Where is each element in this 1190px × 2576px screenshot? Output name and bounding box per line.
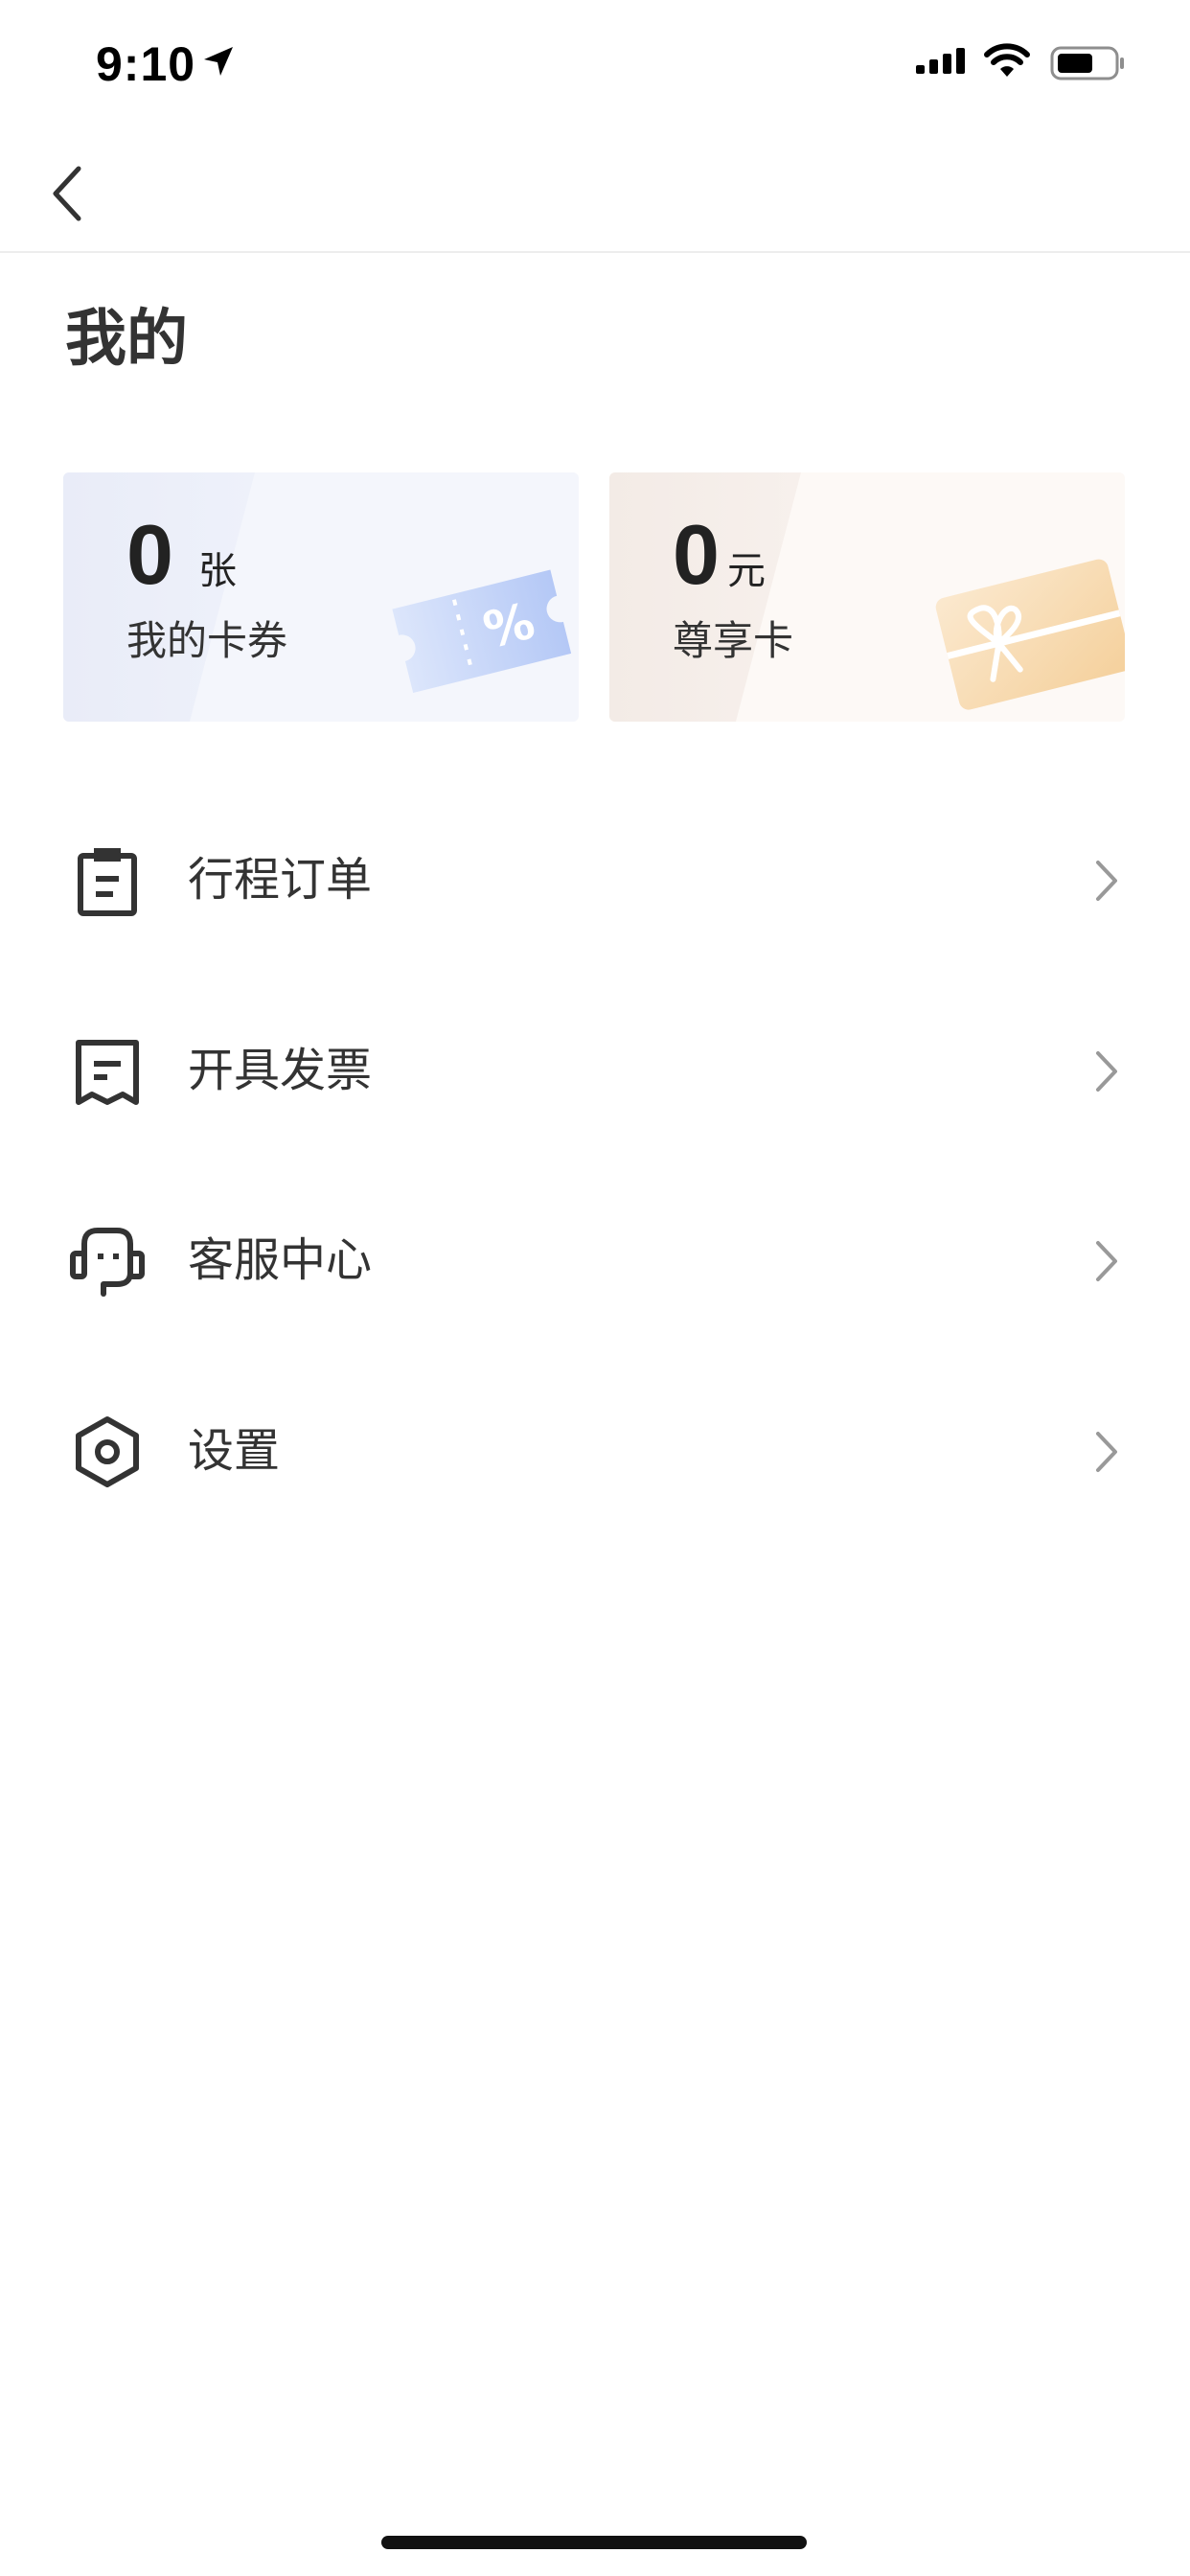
coupon-card-label: 我的卡券: [126, 617, 288, 664]
menu-item-label: 设置: [188, 1424, 281, 1478]
vip-card-label: 尊享卡: [673, 617, 794, 664]
chevron-right-icon: [1096, 861, 1117, 901]
menu-item-invoice[interactable]: 开具发票: [0, 1000, 1190, 1143]
menu-item-settings[interactable]: 设置: [0, 1380, 1190, 1524]
menu-item-label: 客服中心: [188, 1233, 373, 1287]
chevron-right-icon: [1096, 1241, 1117, 1281]
menu-item-label: 开具发票: [188, 1044, 373, 1097]
chevron-right-icon: [1096, 1432, 1117, 1472]
status-time: 9:10: [96, 37, 196, 91]
wifi-icon: [984, 43, 1030, 77]
menu-item-label: 行程订单: [188, 853, 373, 907]
headset-icon: [70, 1228, 145, 1297]
signal-icon: [916, 48, 965, 74]
chevron-left-icon: [53, 166, 81, 221]
menu-item-customer-service[interactable]: 客服中心: [0, 1189, 1190, 1333]
settings-hexagon-icon: [76, 1416, 139, 1487]
location-arrow-icon: [204, 47, 233, 76]
vip-card[interactable]: 0 元 尊享卡: [609, 472, 1125, 722]
coupon-count-unit: 张: [197, 549, 237, 593]
vip-balance-unit: 元: [726, 549, 766, 593]
coupon-count-value: 0: [126, 507, 173, 602]
profile-screen: 9:10 我的 0 张 我的卡券 % 0 元 尊享卡 行程订单 开具发票 客服中…: [0, 0, 1190, 2576]
vip-balance: 0 元: [673, 513, 766, 597]
page-title: 我的: [65, 304, 188, 375]
battery-icon: [1050, 46, 1124, 80]
gift-card-icon: [935, 559, 1125, 710]
chevron-right-icon: [1096, 1051, 1117, 1092]
menu-item-trip-orders[interactable]: 行程订单: [0, 809, 1190, 953]
coupon-ticket-icon: %: [392, 569, 572, 693]
status-bar: 9:10: [0, 0, 1190, 134]
coupon-count: 0 张: [126, 513, 237, 597]
vip-balance-value: 0: [673, 507, 720, 602]
navigation-bar: [0, 134, 1190, 253]
home-indicator[interactable]: [381, 2536, 807, 2549]
back-button[interactable]: [33, 159, 102, 228]
clipboard-icon: [78, 848, 137, 916]
receipt-icon: [76, 1040, 139, 1105]
my-coupons-card[interactable]: 0 张 我的卡券 %: [63, 472, 579, 722]
